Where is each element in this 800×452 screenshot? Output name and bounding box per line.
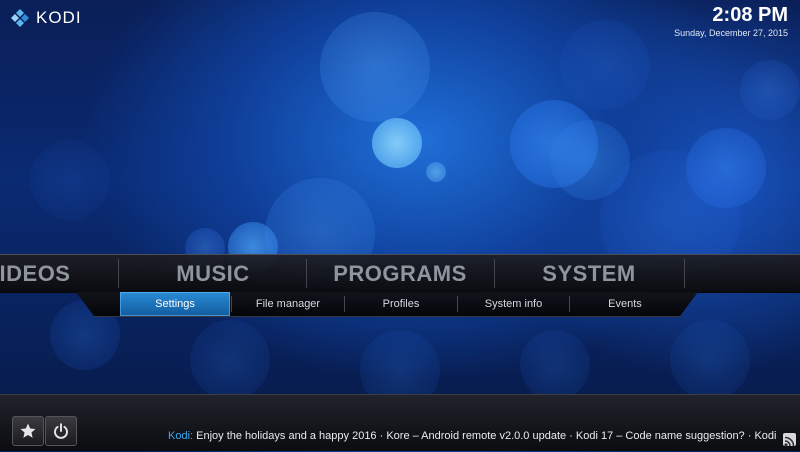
menu-divider: [684, 259, 685, 288]
clock-time: 2:08 PM: [712, 4, 788, 26]
clock-date: Sunday, December 27, 2015: [674, 28, 788, 38]
menu-divider: [118, 259, 119, 288]
rss-ticker: Kodi: Enjoy the holidays and a happy 201…: [168, 430, 780, 446]
power-button[interactable]: [45, 416, 77, 446]
sub-item-file-manager[interactable]: File manager: [232, 292, 344, 316]
menu-item-videos[interactable]: IDEOS: [0, 255, 110, 292]
sub-item-system-info[interactable]: System info: [458, 292, 569, 316]
app-name: KODI: [36, 8, 82, 27]
sub-menu: Settings File manager Profiles System in…: [76, 292, 698, 317]
sub-item-profiles[interactable]: Profiles: [345, 292, 457, 316]
menu-item-programs[interactable]: PROGRAMS: [306, 255, 494, 292]
sub-item-settings[interactable]: Settings: [120, 292, 230, 316]
clock: 2:08 PM Sunday, December 27, 2015: [674, 4, 788, 38]
star-icon: [20, 423, 36, 438]
menu-item-system[interactable]: SYSTEM: [494, 255, 684, 292]
ticker-source: Kodi:: [168, 430, 194, 442]
ticker-text: Enjoy the holidays and a happy 2016 · Ko…: [193, 430, 780, 442]
kodi-logo-icon: [11, 9, 29, 27]
power-icon: [54, 423, 68, 439]
menu-item-music[interactable]: MUSIC: [120, 255, 306, 292]
rss-icon: [783, 433, 796, 447]
kodi-logo: KODI: [10, 8, 82, 28]
background-bokeh: [0, 0, 800, 450]
favourites-button[interactable]: [12, 416, 44, 446]
main-menu: IDEOS MUSIC PROGRAMS SYSTEM: [0, 254, 800, 293]
sub-item-events[interactable]: Events: [570, 292, 680, 316]
